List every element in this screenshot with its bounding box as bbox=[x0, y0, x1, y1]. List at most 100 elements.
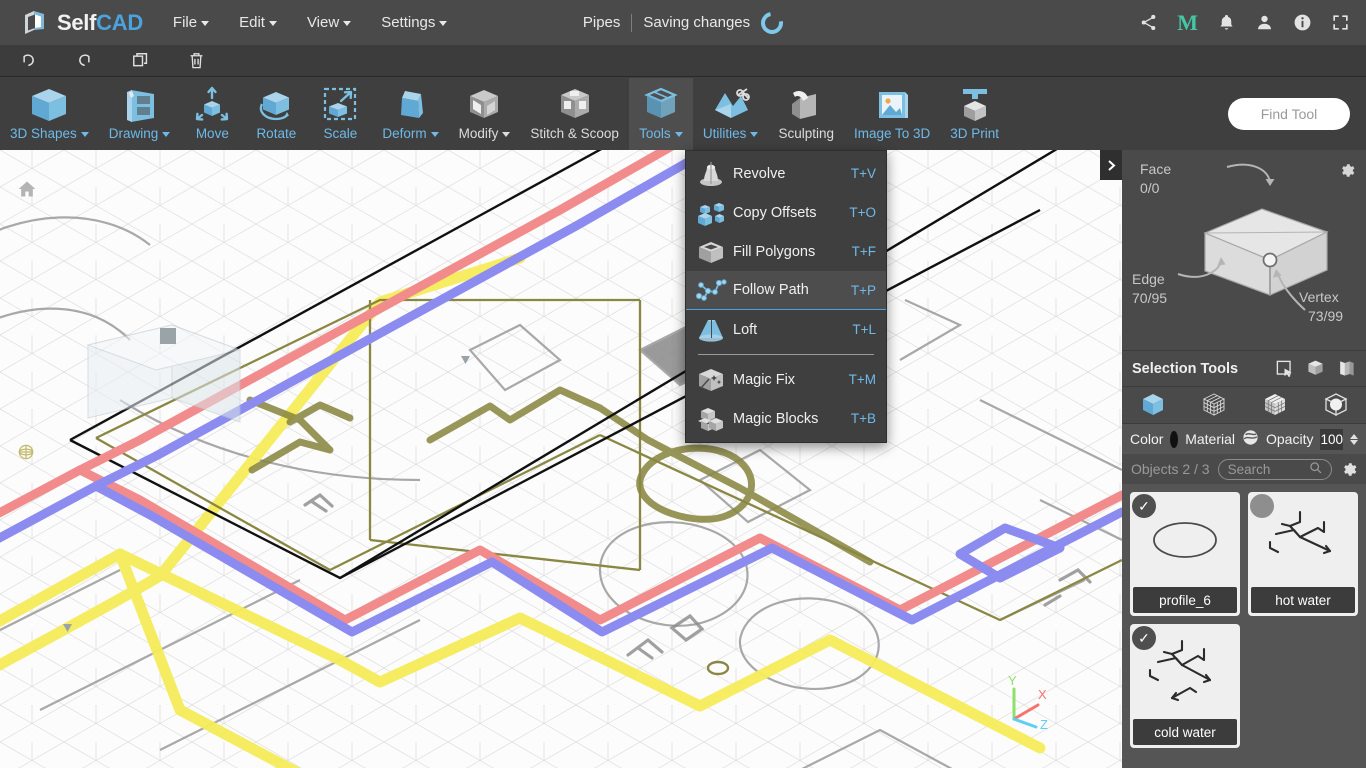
tool-rotate[interactable]: Rotate bbox=[244, 78, 308, 150]
solid-view-icon[interactable] bbox=[1132, 389, 1174, 421]
tool-modify[interactable]: Modify bbox=[449, 78, 521, 150]
tool-image-to-3d-label: Image To 3D bbox=[853, 126, 931, 141]
axis-y-label: Y bbox=[1008, 673, 1017, 688]
menu-settings[interactable]: Settings bbox=[379, 10, 449, 35]
menu-item-revolve-label: Revolve bbox=[733, 165, 786, 182]
wireframe-view-icon[interactable] bbox=[1193, 389, 1235, 421]
facets-view-icon[interactable] bbox=[1254, 389, 1296, 421]
find-tool-input[interactable]: Find Tool bbox=[1228, 98, 1350, 130]
3d-viewport[interactable]: Y X Z bbox=[0, 150, 1122, 768]
sketch-pencil-icon bbox=[118, 84, 162, 126]
material-sphere-icon[interactable] bbox=[1242, 429, 1259, 449]
tool-sculpting[interactable]: Sculpting bbox=[768, 78, 844, 150]
tool-sculpting-label: Sculpting bbox=[778, 126, 834, 141]
object-select-icon[interactable] bbox=[1306, 359, 1325, 378]
chevron-down-icon bbox=[268, 21, 277, 26]
tool-3d-print[interactable]: 3D Print bbox=[940, 78, 1009, 150]
object-visibility-toggle[interactable]: ✓ bbox=[1132, 626, 1156, 650]
opacity-stepper[interactable] bbox=[1350, 433, 1358, 445]
delete-button[interactable] bbox=[168, 45, 224, 77]
app-logo[interactable]: SelfCAD bbox=[22, 9, 143, 36]
menu-item-follow-path[interactable]: Follow Path T+P bbox=[686, 271, 886, 310]
gear-icon[interactable] bbox=[1338, 162, 1355, 184]
menu-view-label: View bbox=[306, 14, 340, 31]
rect-select-icon[interactable] bbox=[1275, 359, 1294, 378]
multi-select-icon[interactable] bbox=[1337, 359, 1356, 378]
notifications-bell-icon[interactable] bbox=[1217, 13, 1236, 32]
rotate-cube-icon bbox=[254, 84, 298, 126]
tool-drawing[interactable]: Drawing bbox=[99, 78, 181, 150]
object-visibility-toggle[interactable]: ✓ bbox=[1250, 494, 1274, 518]
opacity-label: Opacity bbox=[1266, 431, 1314, 447]
tool-utilities-label: Utilities bbox=[703, 126, 759, 141]
tool-deform[interactable]: Deform bbox=[372, 78, 448, 150]
tool-modify-label: Modify bbox=[459, 126, 511, 141]
main-toolbar: 3D Shapes Drawing Move Rotate Scale Defo… bbox=[0, 78, 1366, 150]
menu-item-magic-fix[interactable]: Magic Fix T+M bbox=[686, 360, 886, 399]
stepper-up-icon[interactable] bbox=[1350, 433, 1358, 439]
object-name-label: cold water bbox=[1133, 719, 1237, 745]
face-value: 0/0 bbox=[1140, 180, 1160, 196]
objects-settings-gear-icon[interactable] bbox=[1340, 461, 1357, 478]
deform-cube-icon bbox=[388, 84, 432, 126]
tool-move[interactable]: Move bbox=[180, 78, 244, 150]
tool-utilities[interactable]: Utilities bbox=[693, 78, 769, 150]
menu-item-magic-blocks[interactable]: Magic Blocks T+B bbox=[686, 399, 886, 438]
user-account-icon[interactable] bbox=[1255, 13, 1274, 32]
menu-edit[interactable]: Edit bbox=[237, 10, 279, 35]
tool-scale-label: Scale bbox=[323, 126, 358, 141]
menu-item-revolve-shortcut: T+V bbox=[850, 166, 876, 181]
menu-file-label: File bbox=[172, 14, 198, 31]
menu-item-loft[interactable]: Loft T+L bbox=[686, 310, 886, 349]
opacity-input[interactable]: 100 bbox=[1320, 428, 1343, 450]
selection-tools-icons bbox=[1275, 359, 1356, 378]
magic-blocks-icon bbox=[694, 404, 728, 434]
top-bar-actions: M bbox=[1139, 0, 1350, 45]
3d-print-icon bbox=[953, 84, 997, 126]
copy-button[interactable] bbox=[112, 45, 168, 77]
home-view-icon[interactable] bbox=[17, 179, 37, 204]
maker-m-logo-icon[interactable]: M bbox=[1177, 10, 1198, 36]
revolve-icon bbox=[694, 159, 728, 189]
share-icon[interactable] bbox=[1139, 13, 1158, 32]
objects-search-input[interactable]: Search bbox=[1217, 458, 1332, 480]
panel-collapse-button[interactable] bbox=[1100, 150, 1122, 180]
objects-grid: ✓ profile_6 ✓ bbox=[1122, 484, 1366, 768]
tool-tools[interactable]: Tools bbox=[628, 78, 693, 150]
object-card-cold-water[interactable]: ✓ cold water bbox=[1130, 624, 1240, 748]
chevron-down-icon bbox=[80, 132, 89, 137]
stepper-down-icon[interactable] bbox=[1350, 439, 1358, 445]
fullscreen-icon[interactable] bbox=[1331, 13, 1350, 32]
undo-button[interactable] bbox=[0, 45, 56, 77]
chevron-down-icon bbox=[502, 132, 511, 137]
color-swatch[interactable] bbox=[1170, 430, 1179, 448]
tool-scale[interactable]: Scale bbox=[308, 78, 372, 150]
info-icon[interactable] bbox=[1293, 13, 1312, 32]
menu-view[interactable]: View bbox=[305, 10, 353, 35]
objects-count-label: Objects 2 / 3 bbox=[1131, 461, 1210, 477]
selection-tools-label: Selection Tools bbox=[1132, 360, 1239, 377]
tool-stitch-and-scoop[interactable]: Stitch & Scoop bbox=[520, 78, 629, 150]
menu-item-magic-fix-label: Magic Fix bbox=[733, 371, 796, 388]
chevron-down-icon bbox=[750, 132, 759, 137]
orbit-view-icon[interactable] bbox=[16, 442, 36, 467]
chevron-down-icon bbox=[674, 132, 683, 137]
tool-3d-shapes[interactable]: 3D Shapes bbox=[0, 78, 99, 150]
menu-item-revolve[interactable]: Revolve T+V bbox=[686, 154, 886, 193]
menu-item-copy-offsets[interactable]: Copy Offsets T+O bbox=[686, 193, 886, 232]
tool-image-to-3d[interactable]: Image To 3D bbox=[844, 78, 940, 150]
chevron-down-icon bbox=[343, 21, 352, 26]
object-card-profile-6[interactable]: ✓ profile_6 bbox=[1130, 492, 1240, 616]
image-to-3d-icon bbox=[870, 84, 914, 126]
menu-file[interactable]: File bbox=[171, 10, 211, 35]
cube-icon bbox=[27, 84, 71, 126]
menu-item-fill-polygons[interactable]: Fill Polygons T+F bbox=[686, 232, 886, 271]
menu-item-loft-shortcut: T+L bbox=[852, 322, 876, 337]
tool-drawing-label: Drawing bbox=[109, 126, 171, 141]
object-card-hot-water[interactable]: ✓ hot water bbox=[1248, 492, 1358, 616]
redo-button[interactable] bbox=[56, 45, 112, 77]
logo-self-text: Self bbox=[57, 9, 97, 35]
tools-cube-icon bbox=[639, 84, 683, 126]
transparent-view-icon[interactable] bbox=[1315, 389, 1357, 421]
object-visibility-toggle[interactable]: ✓ bbox=[1132, 494, 1156, 518]
